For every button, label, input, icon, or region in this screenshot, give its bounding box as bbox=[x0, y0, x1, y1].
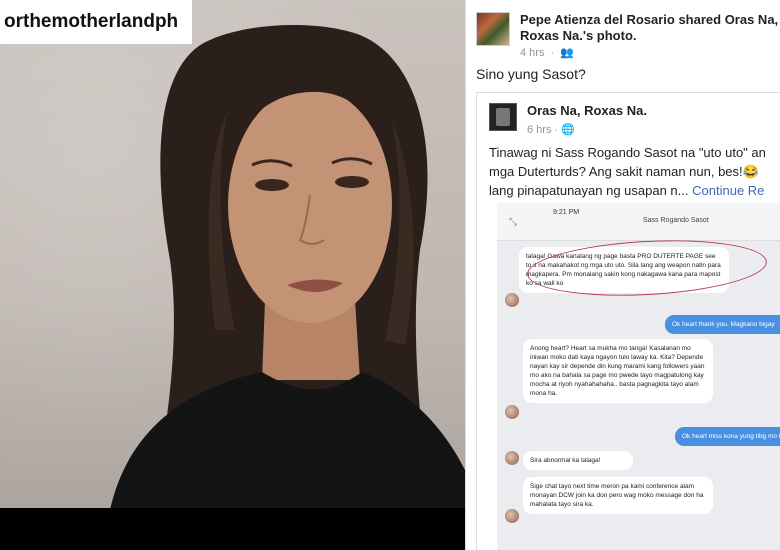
video-feed: orthemotherlandph bbox=[0, 0, 465, 550]
sharer-line[interactable]: Pepe Atienza del Rosario shared Oras Na,… bbox=[520, 12, 780, 44]
chat-avatar bbox=[505, 405, 519, 419]
chat-avatar bbox=[505, 293, 519, 307]
shared-post-meta: 6 hrs · 🌐 bbox=[527, 123, 575, 136]
audience-icon[interactable]: 👥 bbox=[560, 47, 574, 59]
chat-contact-name: Sass Rogando Sasot bbox=[643, 217, 709, 224]
post-caption: Sino yung Sasot? bbox=[476, 66, 586, 82]
post-meta: 4 hrs · 👥 bbox=[520, 46, 574, 59]
post-header: Pepe Atienza del Rosario shared Oras Na,… bbox=[476, 10, 778, 60]
chat-avatar bbox=[505, 451, 519, 465]
post-text-line: mga Duterturds? Ang sakit naman nun, bes… bbox=[489, 164, 759, 179]
sharer-avatar[interactable] bbox=[476, 12, 510, 46]
shared-post-text: Tinawag ni Sass Rogando Sasot na "uto ut… bbox=[489, 143, 780, 200]
annotation-circle bbox=[525, 234, 769, 302]
chat-message-incoming: Anong heart? Heart sa mukha mo tanga! Ka… bbox=[523, 339, 713, 403]
chat-message-incoming: Sige chat tayo next time meron pa kami c… bbox=[523, 477, 713, 514]
post-time[interactable]: 4 hrs bbox=[520, 47, 544, 59]
shared-post-time[interactable]: 6 hrs bbox=[527, 124, 551, 136]
chat-status-time: 9:21 PM bbox=[553, 209, 580, 216]
chat-message-outgoing: Ok heart thank you. Magkano bigay bbox=[665, 315, 780, 334]
account-handle: orthemotherlandph bbox=[0, 0, 193, 44]
facebook-post-panel: Pepe Atienza del Rosario shared Oras Na,… bbox=[465, 0, 780, 550]
post-text-line: lang pinapatunayan ng usapan n... Contin… bbox=[489, 181, 780, 200]
globe-icon[interactable]: 🌐 bbox=[561, 124, 575, 136]
speaker-figure bbox=[110, 24, 465, 510]
separator-dot: · bbox=[550, 47, 555, 59]
post-text-line: Tinawag ni Sass Rogando Sasot na "uto ut… bbox=[489, 145, 766, 160]
page-avatar[interactable] bbox=[489, 103, 517, 131]
expand-icon: ⤡ bbox=[509, 217, 517, 228]
shared-page-name[interactable]: Oras Na, Roxas Na. bbox=[527, 103, 647, 118]
continue-reading-link[interactable]: Continue Re bbox=[692, 183, 764, 198]
chat-screenshot-image[interactable]: ⤡ 9:21 PM Sass Rogando Sasot talaga! Gaw… bbox=[497, 203, 780, 550]
chat-message-outgoing: Ok heart miss kona yung tibg mo h bbox=[675, 427, 780, 446]
chat-message-incoming: Sira abnormal ka talaga! bbox=[523, 451, 633, 470]
post-text-fragment: lang pinapatunayan ng usapan n... bbox=[489, 183, 689, 198]
shared-post-card: Oras Na, Roxas Na. 6 hrs · 🌐 Tinawag ni … bbox=[476, 92, 780, 550]
chat-avatar bbox=[505, 509, 519, 523]
chat-header: ⤡ 9:21 PM Sass Rogando Sasot bbox=[497, 203, 780, 241]
video-bottom-bar bbox=[0, 508, 465, 550]
